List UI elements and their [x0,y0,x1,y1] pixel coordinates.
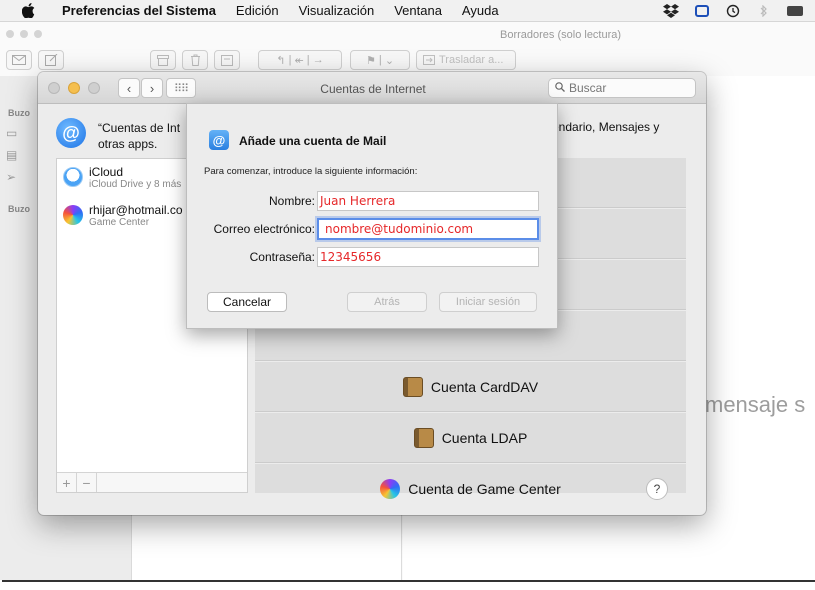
chevron-left-icon: ‹ [126,80,132,96]
apple-logo-icon[interactable] [22,3,40,18]
email-label: Correo electrónico: [213,222,315,236]
no-message-text: mensaje s [705,392,806,417]
junk-button[interactable] [214,50,240,70]
mail-titlebar: Borradores (solo lectura) [0,22,815,46]
compose-button[interactable] [38,50,64,70]
flag-button[interactable]: ⚑ | ⌄ [350,50,410,70]
archive-button[interactable] [150,50,176,70]
grid-icon: ⠿⠿ [173,82,189,95]
trash-icon [190,54,200,66]
account-detail: iCloud Drive y 8 más [89,179,182,190]
mail-toolbar: ↰ | ↞ | → ⚑ | ⌄ Trasladar a... [0,48,815,72]
reply-icon[interactable]: ↰ [276,54,285,67]
search-placeholder: Buscar [569,81,607,95]
accounts-description-line1: “Cuentas de Int [98,121,181,135]
mail-window-title: Borradores (solo lectura) [500,29,622,41]
help-button[interactable]: ? [646,478,668,500]
account-name: rhijar@hotmail.co [89,203,183,217]
bottom-divider [2,580,815,582]
provider-game-center-content: Cuenta de Game Center ? [255,464,686,514]
archive-icon [157,54,169,66]
forward-nav-button[interactable]: › [141,78,163,98]
mailboxes-label: Buzo [8,108,30,118]
add-mail-account-sheet: @ Añade una cuenta de Mail Para comenzar… [186,103,558,329]
drafts-icon[interactable]: ▤ [6,148,20,162]
email-field[interactable]: nombre@tudominio.com [317,218,539,240]
battery-icon[interactable] [784,3,806,19]
search-field[interactable]: Buscar [548,78,696,98]
zoom-window-button[interactable] [88,82,100,94]
menu-view[interactable]: Visualización [299,3,375,18]
provider-ldap[interactable]: Cuenta LDAP [255,413,686,463]
reply-all-icon[interactable]: ↞ [295,54,304,67]
password-label: Contraseña: [249,250,315,264]
close-window-button[interactable] [48,82,60,94]
chevron-right-icon: › [149,80,155,96]
show-all-button[interactable]: ⠿⠿ [166,78,196,98]
compose-icon [44,54,57,66]
accounts-description-right: endario, Mensajes y [552,120,660,134]
screen-icon[interactable] [691,3,713,19]
menu-help[interactable]: Ayuda [462,3,499,18]
time-machine-icon[interactable] [722,3,744,19]
menu-window[interactable]: Ventana [394,3,442,18]
provider-game-center[interactable]: Cuenta de Game Center ? [255,464,686,500]
add-account-button[interactable]: + [57,473,77,492]
back-nav-button[interactable]: ‹ [118,78,140,98]
list-footer: + − [57,472,247,492]
move-to-label: Trasladar a... [439,54,504,66]
inbox-icon[interactable]: ▭ [6,126,20,140]
envelope-icon [12,55,26,65]
accounts-description-line2: otras apps. [98,137,158,151]
address-book-icon [402,376,423,397]
forward-icon[interactable]: → [313,54,324,66]
menu-edit[interactable]: Edición [236,3,279,18]
account-detail: Game Center [89,217,150,228]
sheet-title: Añade una cuenta de Mail [239,134,387,148]
icloud-icon [63,167,83,187]
remove-account-button[interactable]: − [77,473,97,492]
status-area [660,0,815,22]
flag-icon[interactable]: ⚑ [366,54,376,67]
back-button[interactable]: Atrás [347,292,427,312]
mail-window-controls[interactable] [6,30,42,38]
game-center-icon [380,479,401,499]
provider-label: Cuenta CardDAV [430,378,539,395]
move-icon [423,55,435,65]
name-field[interactable]: Juan Herrera [317,191,539,211]
password-field[interactable]: 12345656 [317,247,539,267]
reply-group[interactable]: ↰ | ↞ | → [258,50,342,70]
sheet-subtitle: Para comenzar, introduce la siguiente in… [204,166,418,177]
menu-system-preferences[interactable]: Preferencias del Sistema [62,3,216,18]
move-to-button[interactable]: Trasladar a... [416,50,516,70]
inbox-button[interactable] [6,50,32,70]
internet-accounts-icon: @ [56,118,86,148]
name-label: Nombre: [268,194,315,208]
junk-icon [221,54,233,66]
dropbox-icon[interactable] [660,3,682,19]
cancel-button[interactable]: Cancelar [207,292,287,312]
delete-button[interactable] [182,50,208,70]
accounts-titlebar: ‹ › ⠿⠿ Cuentas de Internet Buscar [38,72,706,104]
mailboxes-label-2: Buzo [8,204,30,214]
minimize-window-button[interactable] [68,82,80,94]
mail-at-icon: @ [209,130,229,150]
address-book-icon [413,427,434,448]
provider-label: Cuenta LDAP [441,429,528,446]
window-title: Cuentas de Internet [320,82,426,96]
sent-icon[interactable]: ➢ [6,170,20,184]
sign-in-button[interactable]: Iniciar sesión [439,292,537,312]
chevron-down-icon[interactable]: ⌄ [385,54,394,67]
bluetooth-icon[interactable] [753,3,775,19]
game-center-icon [63,205,83,225]
menu-bar: Preferencias del Sistema Edición Visuali… [0,0,815,22]
search-icon [555,81,565,95]
accounts-description: “Cuentas de Int otras apps. [98,120,190,152]
account-name: iCloud [89,165,124,179]
provider-label: Cuenta de Game Center [408,481,561,497]
provider-carddav[interactable]: Cuenta CardDAV [255,362,686,412]
